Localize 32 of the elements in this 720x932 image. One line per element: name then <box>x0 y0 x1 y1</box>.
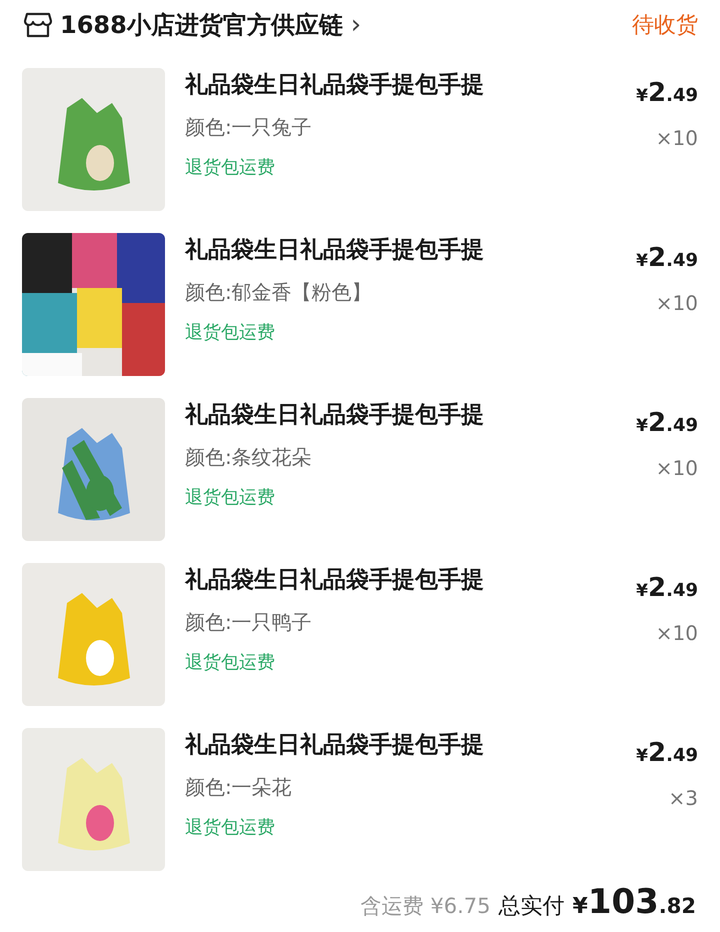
quantity: ×10 <box>654 620 698 647</box>
return-shipping-tag: 退货包运费 <box>185 814 620 841</box>
quantity: ×10 <box>654 125 698 152</box>
total-price: ¥103.82 <box>572 885 696 923</box>
unit-price: ¥2.49 <box>636 407 698 440</box>
shop-name[interactable]: 1688小店进货官方供应链 <box>60 7 343 43</box>
quantity: ×3 <box>668 785 698 812</box>
store-icon <box>24 12 52 38</box>
return-shipping-tag: 退货包运费 <box>185 648 620 676</box>
unit-price: ¥2.49 <box>636 737 698 770</box>
return-shipping-tag: 退货包运费 <box>185 318 620 346</box>
product-title[interactable]: 礼品袋生日礼品袋手提包手提 <box>185 402 620 430</box>
product-title[interactable]: 礼品袋生日礼品袋手提包手提 <box>185 237 620 265</box>
product-title[interactable]: 礼品袋生日礼品袋手提包手提 <box>185 567 620 595</box>
product-variant: 颜色:一朵花 <box>185 774 293 801</box>
unit-price: ¥2.49 <box>636 572 698 605</box>
return-shipping-tag: 退货包运费 <box>185 154 620 181</box>
shipping-fee: 含运费 ¥6.75 <box>360 893 490 920</box>
chevron-icon[interactable]: › <box>350 12 362 38</box>
return-shipping-tag: 退货包运费 <box>185 484 620 511</box>
order-status: 待收货 <box>632 12 698 40</box>
product-title[interactable]: 礼品袋生日礼品袋手提包手提 <box>185 732 620 760</box>
quantity: ×10 <box>654 455 698 482</box>
unit-price: ¥2.49 <box>636 77 698 110</box>
product-variant: 颜色:郁金香【粉色】 <box>185 278 373 306</box>
product-variant: 颜色:一只兔子 <box>185 114 313 141</box>
unit-price: ¥2.49 <box>636 242 698 275</box>
total-label: 总实付 <box>498 893 564 921</box>
product-title[interactable]: 礼品袋生日礼品袋手提包手提 <box>185 72 620 100</box>
product-variant: 颜色:条纹花朵 <box>185 444 313 471</box>
quantity: ×10 <box>654 290 698 317</box>
product-variant: 颜色:一只鸭子 <box>185 608 313 636</box>
